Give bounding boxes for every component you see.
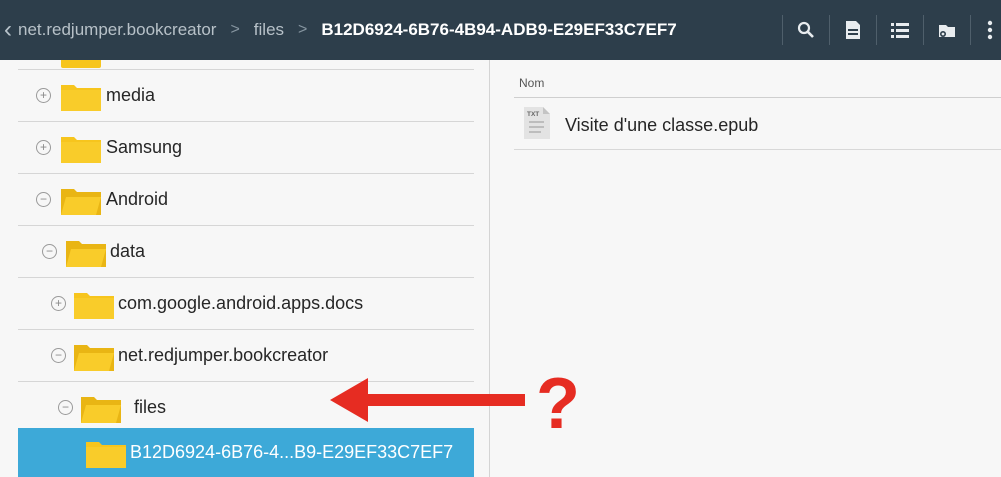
tree-item-google-docs[interactable]: + com.google.android.apps.docs	[18, 278, 474, 330]
expand-icon[interactable]: +	[36, 88, 51, 103]
expand-icon[interactable]: +	[51, 296, 66, 311]
column-header-label: Nom	[519, 76, 545, 90]
tree-item-label: Samsung	[106, 137, 183, 157]
tree-item-label: files	[134, 397, 167, 417]
folder-icon	[74, 293, 114, 319]
collapse-icon[interactable]: −	[58, 400, 73, 415]
expand-icon[interactable]: +	[36, 140, 51, 155]
file-row[interactable]: TXT Visite d'une classe.epub	[514, 98, 1001, 150]
question-mark-annotation: ?	[536, 364, 580, 444]
tree-item-label: media	[106, 85, 156, 105]
divider	[923, 15, 924, 45]
folder-open-icon	[66, 241, 106, 267]
file-type-label: TXT	[527, 111, 539, 118]
folder-open-icon	[61, 189, 101, 215]
folder-icon	[86, 442, 126, 468]
toolbar-actions	[770, 0, 1001, 60]
folder-icon	[61, 60, 101, 68]
red-arrow-annotation	[330, 378, 525, 422]
divider	[829, 15, 830, 45]
divider	[970, 15, 971, 45]
tree-item-selected-folder[interactable]: B12D6924-6B76-4...B9-E29EF33C7EF7	[18, 428, 474, 477]
tree-item-label: B12D6924-6B76-4...B9-E29EF33C7EF7	[130, 442, 454, 462]
overflow-menu-icon[interactable]	[983, 19, 997, 41]
tree-item-data[interactable]: − data	[18, 226, 474, 278]
toolbar: ‹ net.redjumper.bookcreator > files > B1…	[0, 0, 1001, 60]
chevron-left-icon[interactable]: ‹	[4, 16, 18, 44]
breadcrumb-separator: >	[298, 21, 308, 38]
collapse-icon[interactable]: −	[36, 192, 51, 207]
tree-item-label: net.redjumper.bookcreator	[118, 345, 329, 365]
tree-item-label: Android	[106, 189, 169, 209]
tree-row-partial	[18, 60, 474, 70]
search-icon[interactable]	[795, 19, 817, 41]
tools-icon[interactable]	[936, 19, 958, 41]
file-name: Visite d'une classe.epub	[565, 115, 759, 135]
sd-card-icon[interactable]	[842, 19, 864, 41]
column-header-name[interactable]: Nom	[514, 72, 1001, 98]
tree-item-label: com.google.android.apps.docs	[118, 293, 364, 313]
divider	[782, 15, 783, 45]
folder-open-icon	[74, 345, 114, 371]
tree-item-samsung[interactable]: + Samsung	[18, 122, 474, 174]
breadcrumb-separator: >	[230, 21, 240, 38]
tree-item-android[interactable]: − Android	[18, 174, 474, 226]
text-file-icon: TXT	[524, 107, 550, 139]
breadcrumb-item-files[interactable]: files	[254, 20, 284, 40]
tree-item-media[interactable]: + media	[18, 70, 474, 122]
tree-item-bookcreator[interactable]: − net.redjumper.bookcreator	[18, 330, 474, 382]
collapse-icon[interactable]: −	[51, 348, 66, 363]
folder-icon	[61, 137, 101, 163]
tree-item-label: data	[110, 241, 146, 261]
divider	[876, 15, 877, 45]
list-view-icon[interactable]	[889, 19, 911, 41]
breadcrumb-item-bookcreator[interactable]: net.redjumper.bookcreator	[18, 20, 216, 40]
breadcrumb-item-current[interactable]: B12D6924-6B76-4B94-ADB9-E29EF33C7EF7	[321, 20, 676, 40]
folder-open-icon	[81, 397, 121, 423]
folder-icon	[61, 85, 101, 111]
collapse-icon[interactable]: −	[42, 244, 57, 259]
